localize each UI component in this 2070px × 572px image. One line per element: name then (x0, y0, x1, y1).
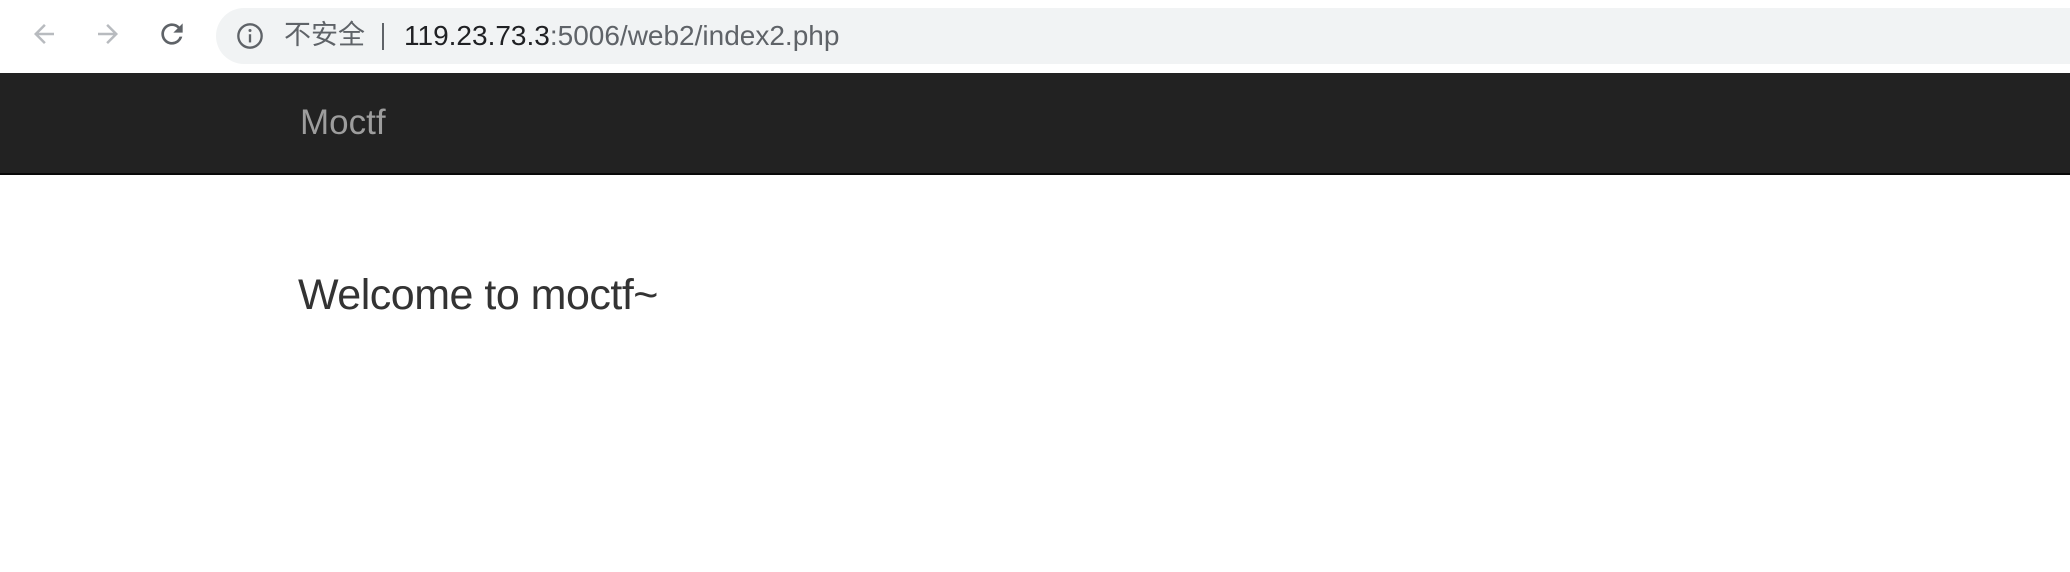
info-icon[interactable] (236, 22, 264, 50)
url-divider (382, 23, 384, 50)
reload-button[interactable] (152, 14, 192, 54)
url-host: 119.23.73.3 (404, 20, 550, 51)
browser-toolbar: 不安全 119.23.73.3:5006/web2/index2.php (0, 0, 2070, 73)
welcome-heading: Welcome to moctf~ (298, 271, 658, 319)
main-content: Welcome to moctf~ (0, 175, 2070, 572)
security-status-label[interactable]: 不安全 (284, 8, 365, 64)
back-button[interactable] (24, 14, 64, 54)
site-navbar: Moctf (0, 73, 2070, 175)
reload-icon (161, 23, 183, 45)
url-text[interactable]: 119.23.73.3:5006/web2/index2.php (404, 8, 839, 64)
navbar-brand-link[interactable]: Moctf (300, 73, 386, 173)
address-bar[interactable]: 不安全 119.23.73.3:5006/web2/index2.php (216, 8, 2070, 64)
arrow-right-icon (98, 24, 118, 44)
url-path: :5006/web2/index2.php (549, 20, 840, 51)
arrow-left-icon (34, 24, 54, 44)
forward-button[interactable] (88, 14, 128, 54)
